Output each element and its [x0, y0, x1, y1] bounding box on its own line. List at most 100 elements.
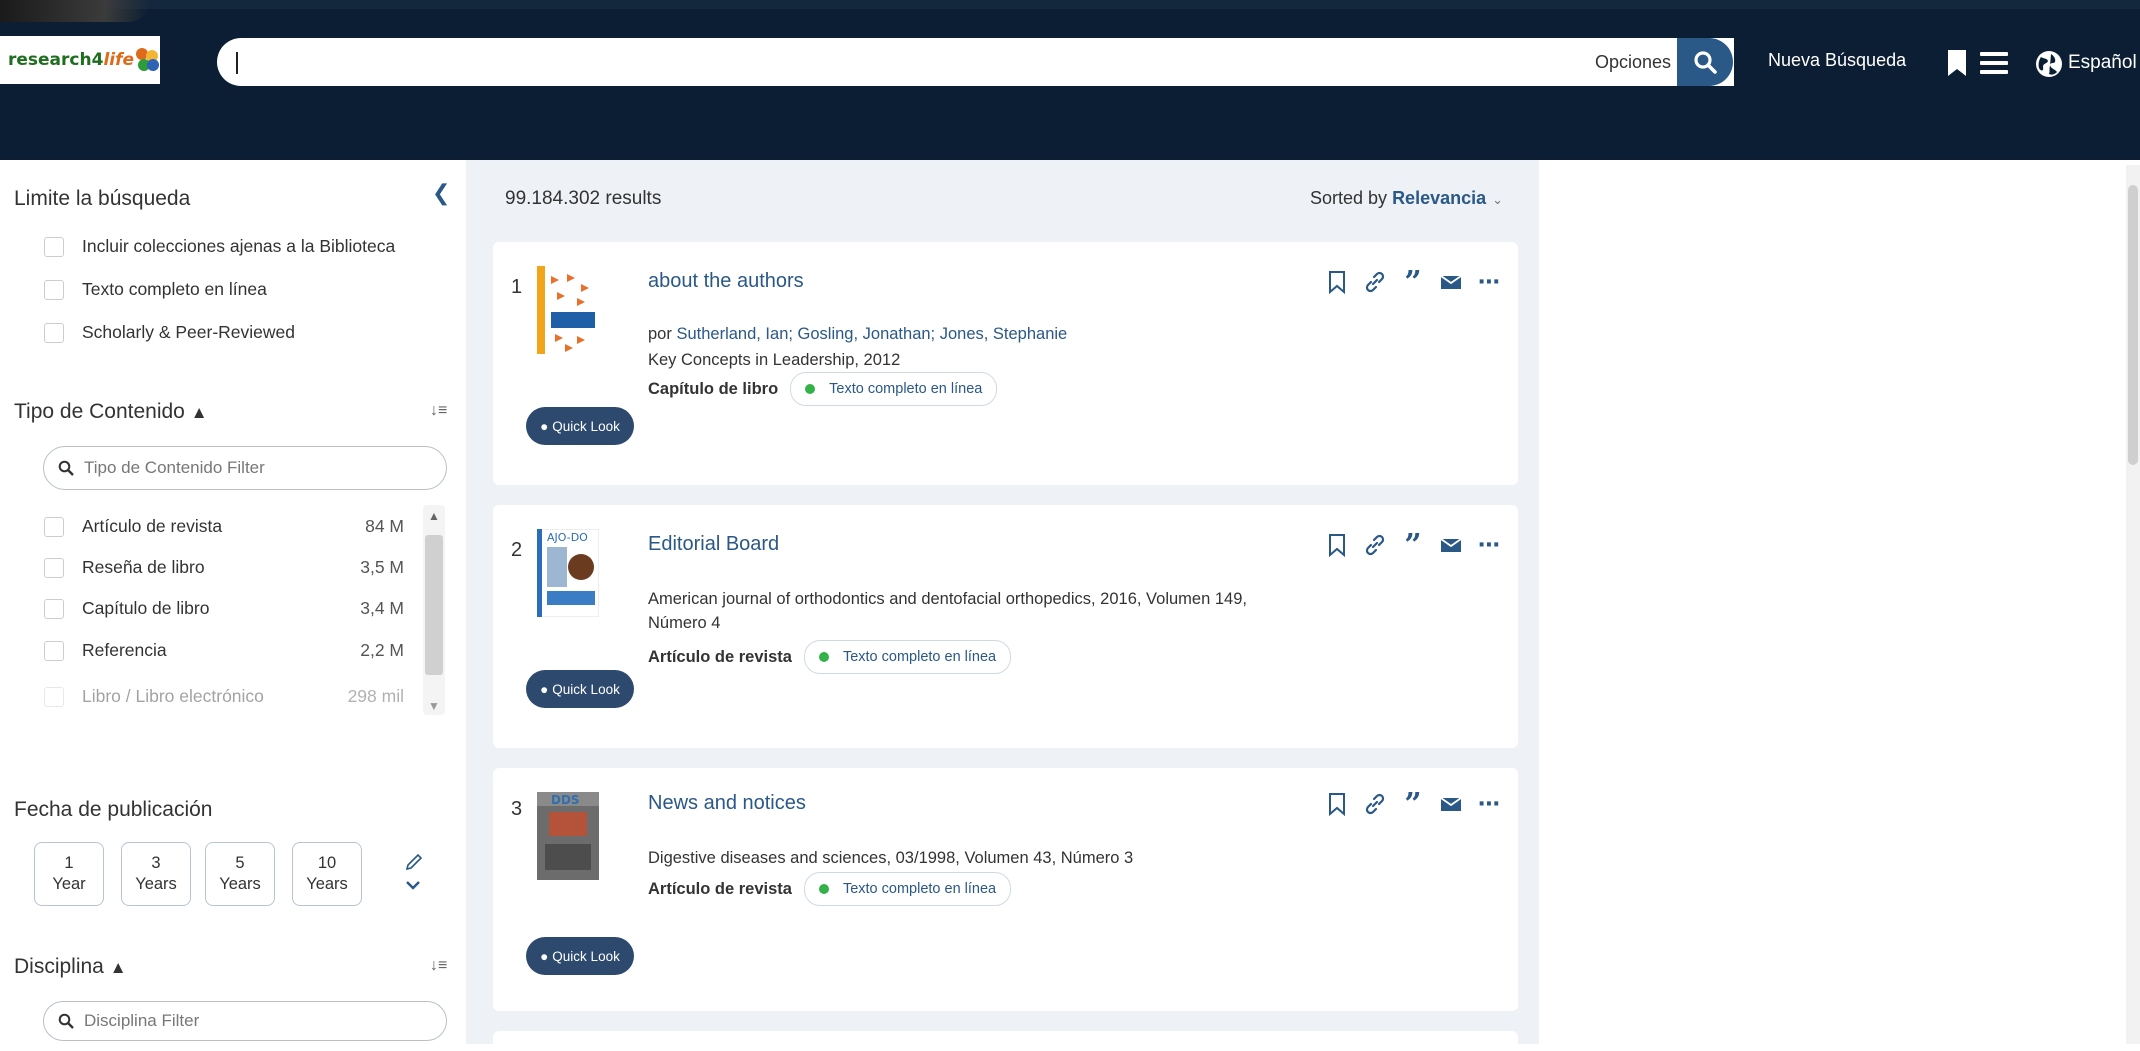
discipline-title[interactable]: Disciplina ▲: [14, 955, 127, 979]
checkbox[interactable]: [44, 557, 64, 578]
journal-cover-thumbnail[interactable]: DDS: [537, 792, 599, 880]
email-icon[interactable]: [1439, 792, 1463, 816]
checkbox[interactable]: [44, 236, 64, 257]
chevron-down-icon: ⌄: [1492, 192, 1504, 207]
author-links[interactable]: Sutherland, Ian; Gosling, Jonathan; Jone…: [676, 325, 1067, 343]
bookmark-icon[interactable]: [1325, 533, 1349, 557]
result-title-link[interactable]: about the authors: [648, 270, 804, 293]
checkbox[interactable]: [44, 516, 64, 537]
cite-quote-icon[interactable]: ”: [1401, 528, 1425, 563]
facet-item[interactable]: Referencia 2,2 M: [44, 640, 404, 661]
bookmark-icon[interactable]: [1325, 792, 1349, 816]
available-dot-icon: [818, 652, 829, 662]
year-range-10-button[interactable]: 10 Years: [292, 842, 362, 906]
scroll-thumb[interactable]: [425, 535, 443, 675]
result-title-link[interactable]: Editorial Board: [648, 533, 779, 556]
email-icon[interactable]: [1439, 533, 1463, 557]
limit-option-fulltext[interactable]: Texto completo en línea: [44, 279, 267, 300]
content-type-label: Artículo de revista: [648, 879, 792, 898]
bookmark-icon[interactable]: [1325, 270, 1349, 294]
result-number: 3: [511, 798, 523, 820]
facet-item[interactable]: Capítulo de libro 3,4 M: [44, 598, 404, 619]
saved-items-bookmark-icon[interactable]: [1948, 50, 1966, 76]
globe-icon[interactable]: [2035, 50, 2063, 78]
menu-icon[interactable]: [1980, 52, 2008, 74]
checkbox[interactable]: [44, 279, 64, 300]
content-type-label: Artículo de revista: [648, 647, 792, 666]
limit-search-title: Limite la búsqueda: [14, 187, 191, 210]
content-type-title[interactable]: Tipo de Contenido ▲: [14, 400, 208, 424]
result-source: Key Concepts in Leadership, 2012: [648, 351, 901, 369]
year-range-5-button[interactable]: 5 Years: [205, 842, 275, 906]
result-actions: ” ⋯: [1325, 787, 1501, 822]
result-number: 2: [511, 539, 523, 561]
language-selector[interactable]: Español: [2068, 52, 2137, 74]
scroll-up-icon[interactable]: ▲: [428, 509, 440, 523]
link-icon[interactable]: [1363, 533, 1387, 557]
available-dot-icon: [805, 384, 816, 394]
sort-icon[interactable]: ↓≡: [430, 957, 447, 975]
discipline-filter-input[interactable]: Disciplina Filter: [43, 1001, 447, 1041]
result-card: 3 DDS News and notices Digestive disease…: [493, 768, 1518, 1011]
book-cover-thumbnail[interactable]: [537, 266, 599, 354]
facet-item[interactable]: Artículo de revista 84 M: [44, 516, 404, 537]
speech-bubble-icon: ●: [540, 418, 549, 434]
search-button[interactable]: [1677, 38, 1733, 86]
checkbox[interactable]: [44, 686, 64, 707]
new-search-link[interactable]: Nueva Búsqueda: [1768, 50, 1906, 71]
checkbox[interactable]: [44, 598, 64, 619]
scroll-down-icon[interactable]: ▼: [428, 699, 440, 713]
checkbox[interactable]: [44, 322, 64, 343]
email-icon[interactable]: [1439, 270, 1463, 294]
quick-look-button[interactable]: ● Quick Look: [526, 937, 634, 975]
research4life-logo[interactable]: research4life: [0, 36, 160, 84]
result-card: [493, 1031, 1518, 1051]
result-title-link[interactable]: News and notices: [648, 792, 806, 815]
results-count: 99.184.302 results: [505, 188, 662, 209]
scroll-thumb[interactable]: [2128, 185, 2138, 465]
header-strip: [0, 0, 2140, 9]
speech-bubble-icon: ●: [540, 681, 549, 697]
sort-selector[interactable]: Sorted by Relevancia ⌄: [1310, 188, 1503, 209]
pencil-icon[interactable]: [404, 852, 424, 872]
result-type-row: Capítulo de libro Texto completo en líne…: [648, 372, 998, 406]
logo-wordmark: research4life: [8, 50, 135, 70]
result-source: American journal of orthodontics and den…: [648, 590, 1247, 632]
limit-option-peer-reviewed[interactable]: Scholarly & Peer-Reviewed: [44, 322, 295, 343]
more-options-icon[interactable]: ⋯: [1477, 791, 1501, 816]
facet-scrollbar[interactable]: ▲ ▼: [423, 505, 445, 715]
year-range-3-button[interactable]: 3 Years: [121, 842, 191, 906]
result-card: 2 AJO-DO Editorial Board American journa…: [493, 505, 1518, 748]
fulltext-available-badge[interactable]: Texto completo en línea: [790, 372, 998, 406]
result-actions: ” ⋯: [1325, 528, 1501, 563]
cite-quote-icon[interactable]: ”: [1401, 787, 1425, 822]
content-type-filter-input[interactable]: Tipo de Contenido Filter: [43, 446, 447, 490]
chevron-up-icon: ▲: [190, 403, 208, 422]
search-input[interactable]: [217, 39, 1734, 85]
link-icon[interactable]: [1363, 270, 1387, 294]
options-button[interactable]: Opciones: [1590, 38, 1676, 86]
facet-item[interactable]: Libro / Libro electrónico 298 mil: [44, 686, 404, 707]
journal-cover-thumbnail[interactable]: AJO-DO: [537, 529, 599, 617]
chevron-down-icon[interactable]: [406, 880, 420, 890]
page-scrollbar[interactable]: [2126, 165, 2140, 1044]
quick-look-button[interactable]: ● Quick Look: [526, 670, 634, 708]
cite-quote-icon[interactable]: ”: [1401, 265, 1425, 300]
search-icon: [58, 1013, 74, 1029]
quick-look-button[interactable]: ● Quick Look: [526, 407, 634, 445]
result-source: Digestive diseases and sciences, 03/1998…: [648, 849, 1134, 867]
search-icon: [1694, 51, 1717, 74]
result-type-row: Artículo de revista Texto completo en lí…: [648, 640, 1012, 674]
more-options-icon[interactable]: ⋯: [1477, 269, 1501, 294]
facet-item[interactable]: Reseña de libro 3,5 M: [44, 557, 404, 578]
fulltext-available-badge[interactable]: Texto completo en línea: [803, 640, 1012, 674]
limit-option-external[interactable]: Incluir colecciones ajenas a la Bibliote…: [44, 236, 395, 257]
more-options-icon[interactable]: ⋯: [1477, 532, 1501, 557]
fulltext-available-badge[interactable]: Texto completo en línea: [803, 872, 1012, 906]
checkbox[interactable]: [44, 640, 64, 661]
link-icon[interactable]: [1363, 792, 1387, 816]
year-range-1-button[interactable]: 1 Year: [34, 842, 104, 906]
collapse-sidebar-chevron-icon[interactable]: ❮: [432, 180, 450, 206]
logo-globe-icon: [136, 48, 160, 72]
sort-icon[interactable]: ↓≡: [430, 402, 447, 420]
